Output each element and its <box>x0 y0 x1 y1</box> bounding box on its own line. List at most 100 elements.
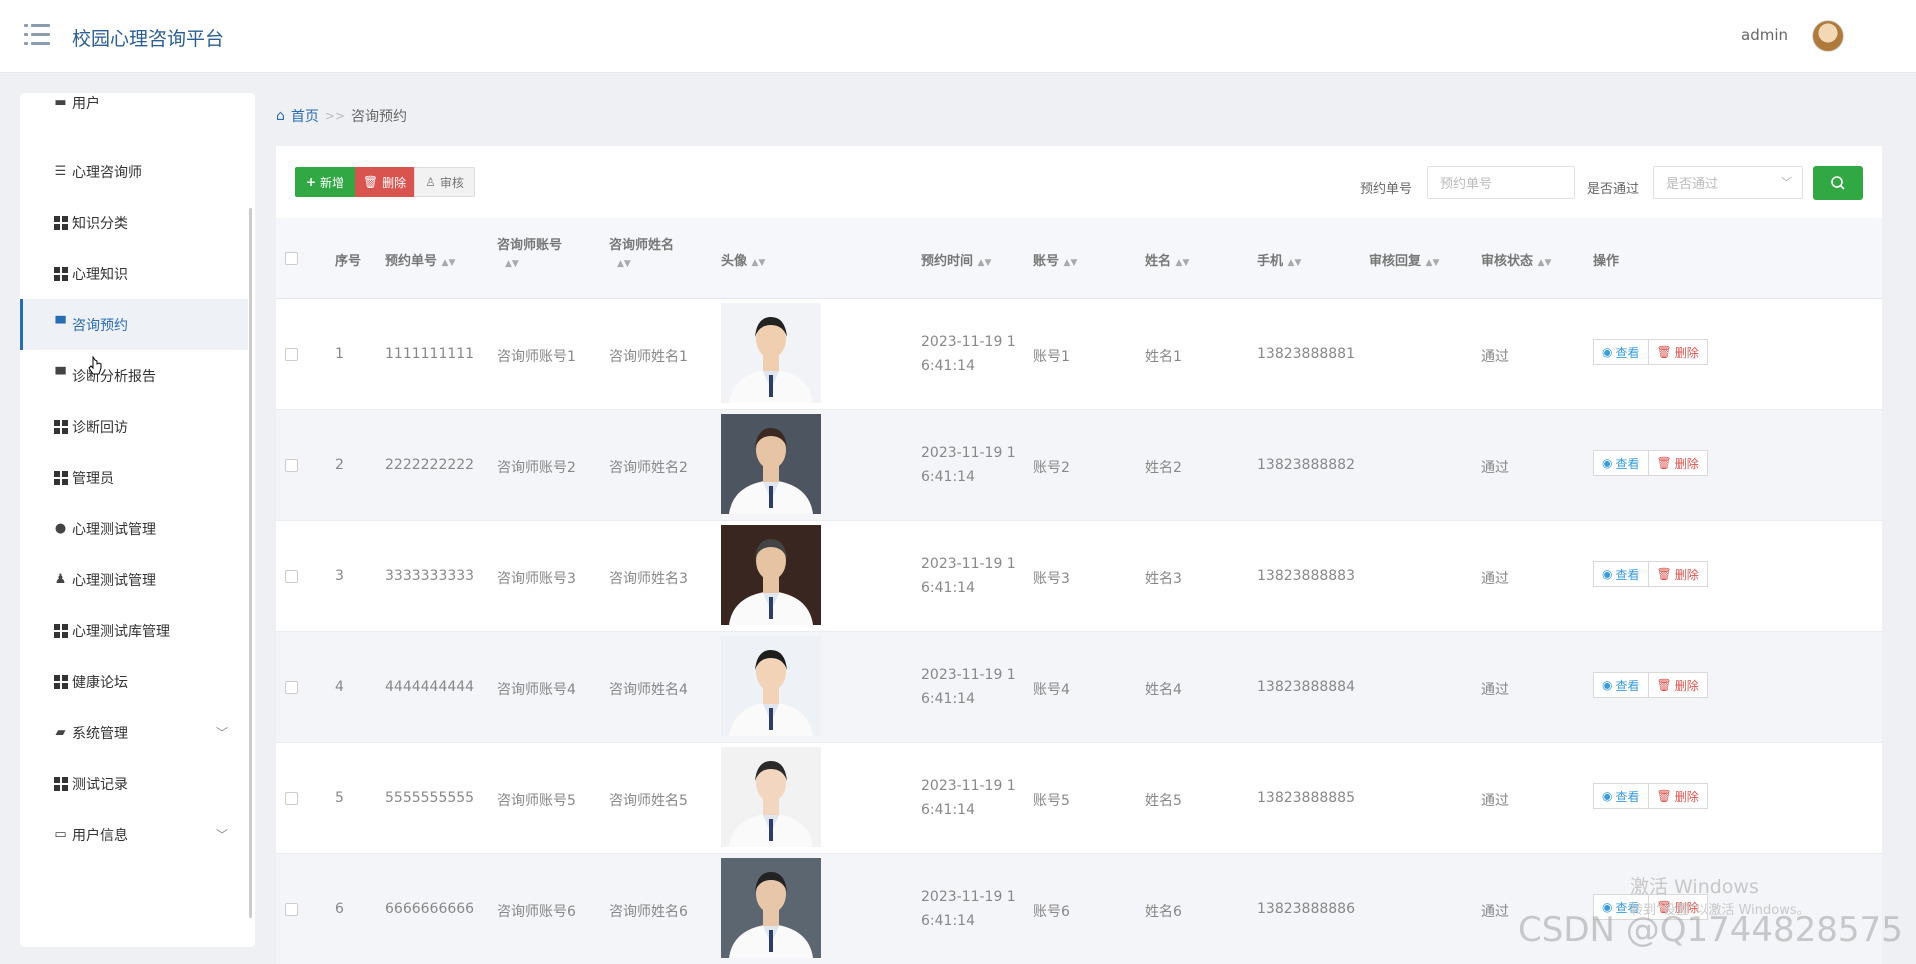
trash-icon: 🗑 <box>1656 789 1672 803</box>
row-delete-button[interactable]: 🗑 删除 <box>1648 339 1708 365</box>
th-counselor-name[interactable]: 咨询师姓名 ▲▼ <box>609 234 674 269</box>
avatar[interactable] <box>1812 20 1844 52</box>
th-label: 姓名 <box>1145 254 1172 269</box>
view-button[interactable]: ◉ 查看 <box>1593 783 1649 809</box>
th-order-no[interactable]: 预约单号 ▲▼ <box>385 250 455 269</box>
row-delete-button[interactable]: 🗑 删除 <box>1648 672 1708 698</box>
row-delete-button[interactable]: 🗑 删除 <box>1648 894 1708 920</box>
sidebar: ▬ 用户 ☰ 心理咨询师 知识分类 心理知识 ▀ 咨询预约 ▀ 诊断分析报告 诊… <box>20 93 255 947</box>
counselor-photo[interactable] <box>721 636 821 736</box>
chevron-down-icon: ﹀ <box>215 828 228 842</box>
sort-icon: ▲▼ <box>1175 258 1190 268</box>
cell-index: 4 <box>335 679 344 695</box>
sort-icon: ▲▼ <box>1287 258 1302 268</box>
th-status[interactable]: 审核状态 ▲▼ <box>1481 250 1551 269</box>
sidebar-item-label: 测试记录 <box>72 776 128 793</box>
view-button[interactable]: ◉ 查看 <box>1593 561 1649 587</box>
breadcrumb: ⌂ 首页 >> 咨询预约 <box>276 106 407 126</box>
sidebar-item-system[interactable]: ▰ 系统管理 ﹀ <box>20 707 248 758</box>
sidebar-item-knowledge[interactable]: 心理知识 <box>20 248 248 299</box>
trash-icon: 🗑 <box>1656 567 1672 581</box>
counselor-photo[interactable] <box>721 414 821 514</box>
row-checkbox[interactable] <box>285 792 298 805</box>
row-delete-button[interactable]: 🗑 删除 <box>1648 783 1708 809</box>
row-checkbox[interactable] <box>285 570 298 583</box>
grid-icon <box>53 419 68 434</box>
view-label: 查看 <box>1615 789 1640 804</box>
sidebar-item-psych-test-2[interactable]: ♟ 心理测试管理 <box>20 554 248 605</box>
order-no-label: 预约单号 <box>1360 182 1413 197</box>
th-name[interactable]: 姓名 ▲▼ <box>1145 250 1189 269</box>
order-no-input[interactable]: 预约单号 <box>1427 166 1575 199</box>
add-button[interactable]: + 新增 <box>295 167 355 197</box>
sidebar-item-label: 心理测试管理 <box>72 572 156 589</box>
view-button[interactable]: ◉ 查看 <box>1593 672 1649 698</box>
sidebar-scrollbar[interactable] <box>249 208 252 918</box>
passed-select[interactable]: 是否通过 ﹀ <box>1653 166 1803 199</box>
sidebar-item-label: 心理咨询师 <box>72 164 142 181</box>
view-button[interactable]: ◉ 查看 <box>1593 450 1649 476</box>
row-delete-button[interactable]: 🗑 删除 <box>1648 561 1708 587</box>
sidebar-item-user-info[interactable]: ▭ 用户信息 ﹀ <box>20 809 248 860</box>
counselor-portrait <box>721 303 821 403</box>
th-avatar[interactable]: 头像 ▲▼ <box>721 250 765 269</box>
sidebar-item-test-library[interactable]: 心理测试库管理 <box>20 605 248 656</box>
cell-counselor-account: 咨询师账号6 <box>497 904 576 920</box>
counselor-photo[interactable] <box>721 525 821 625</box>
sidebar-item-counselor[interactable]: ☰ 心理咨询师 <box>20 146 248 197</box>
chevron-down-icon: ﹀ <box>1781 176 1792 189</box>
breadcrumb-home[interactable]: 首页 <box>291 106 319 126</box>
sidebar-item-admin[interactable]: 管理员 <box>20 452 248 503</box>
th-reply[interactable]: 审核回复 ▲▼ <box>1369 250 1439 269</box>
delete-label: 删除 <box>1674 900 1699 915</box>
cell-order-no: 3333333333 <box>385 568 475 584</box>
sidebar-item-psych-test[interactable]: ● 心理测试管理 <box>20 503 248 554</box>
view-button[interactable]: ◉ 查看 <box>1593 339 1649 365</box>
delete-button-label: 删除 <box>382 175 407 190</box>
select-all-checkbox[interactable] <box>285 252 298 265</box>
th-account[interactable]: 账号 ▲▼ <box>1033 250 1077 269</box>
sidebar-item-appointment[interactable]: ▀ 咨询预约 <box>20 299 248 350</box>
cell-account: 账号6 <box>1033 904 1070 920</box>
sidebar-item-test-records[interactable]: 测试记录 <box>20 758 248 809</box>
counselor-photo[interactable] <box>721 747 821 847</box>
th-ops: 操作 <box>1593 254 1620 269</box>
row-checkbox[interactable] <box>285 459 298 472</box>
cell-status: 通过 <box>1481 460 1509 476</box>
search-button[interactable] <box>1813 166 1863 200</box>
mouse-cursor-icon <box>88 356 102 375</box>
view-label: 查看 <box>1615 345 1640 360</box>
chevron-down-icon: ﹀ <box>215 726 228 740</box>
cell-phone: 13823888886 <box>1257 901 1355 917</box>
sort-icon: ▲▼ <box>505 259 519 269</box>
th-index: 序号 <box>335 254 362 269</box>
row-actions: ◉ 查看 🗑 删除 <box>1593 894 1708 920</box>
sidebar-item-forum[interactable]: 健康论坛 <box>20 656 248 707</box>
sidebar-item-user[interactable]: ▬ 用户 <box>20 93 248 128</box>
th-phone[interactable]: 手机 ▲▼ <box>1257 250 1301 269</box>
counselor-photo[interactable] <box>721 303 821 403</box>
row-checkbox[interactable] <box>285 348 298 361</box>
cell-account: 账号2 <box>1033 460 1070 476</box>
counselor-photo[interactable] <box>721 858 821 958</box>
sidebar-item-label: 诊断分析报告 <box>72 368 156 385</box>
eye-icon: ◉ <box>1602 456 1613 470</box>
table-row: 3 3333333333 咨询师账号3 咨询师姓名3 2023-11-19 1 6:41:… <box>276 521 1882 632</box>
th-counselor-account[interactable]: 咨询师账号 ▲▼ <box>497 234 562 269</box>
sidebar-item-diagnosis-followup[interactable]: 诊断回访 <box>20 401 248 452</box>
view-button[interactable]: ◉ 查看 <box>1593 894 1649 920</box>
delete-button[interactable]: 🗑 删除 <box>355 167 414 197</box>
audit-button[interactable]: ♙ 审核 <box>414 167 475 197</box>
row-checkbox[interactable] <box>285 681 298 694</box>
cell-time: 2023-11-19 1 6:41:14 <box>921 441 1016 489</box>
user-name[interactable]: admin <box>1741 26 1788 44</box>
row-delete-button[interactable]: 🗑 删除 <box>1648 450 1708 476</box>
row-checkbox[interactable] <box>285 903 298 916</box>
eye-icon: ◉ <box>1602 567 1613 581</box>
menu-toggle-icon[interactable] <box>24 24 50 46</box>
sidebar-item-diagnosis-report[interactable]: ▀ 诊断分析报告 <box>20 350 248 401</box>
flag-icon: ▀ <box>55 368 66 383</box>
th-time[interactable]: 预约时间 ▲▼ <box>921 250 991 269</box>
cell-counselor-account: 咨询师账号3 <box>497 571 576 587</box>
sidebar-item-knowledge-category[interactable]: 知识分类 <box>20 197 248 248</box>
